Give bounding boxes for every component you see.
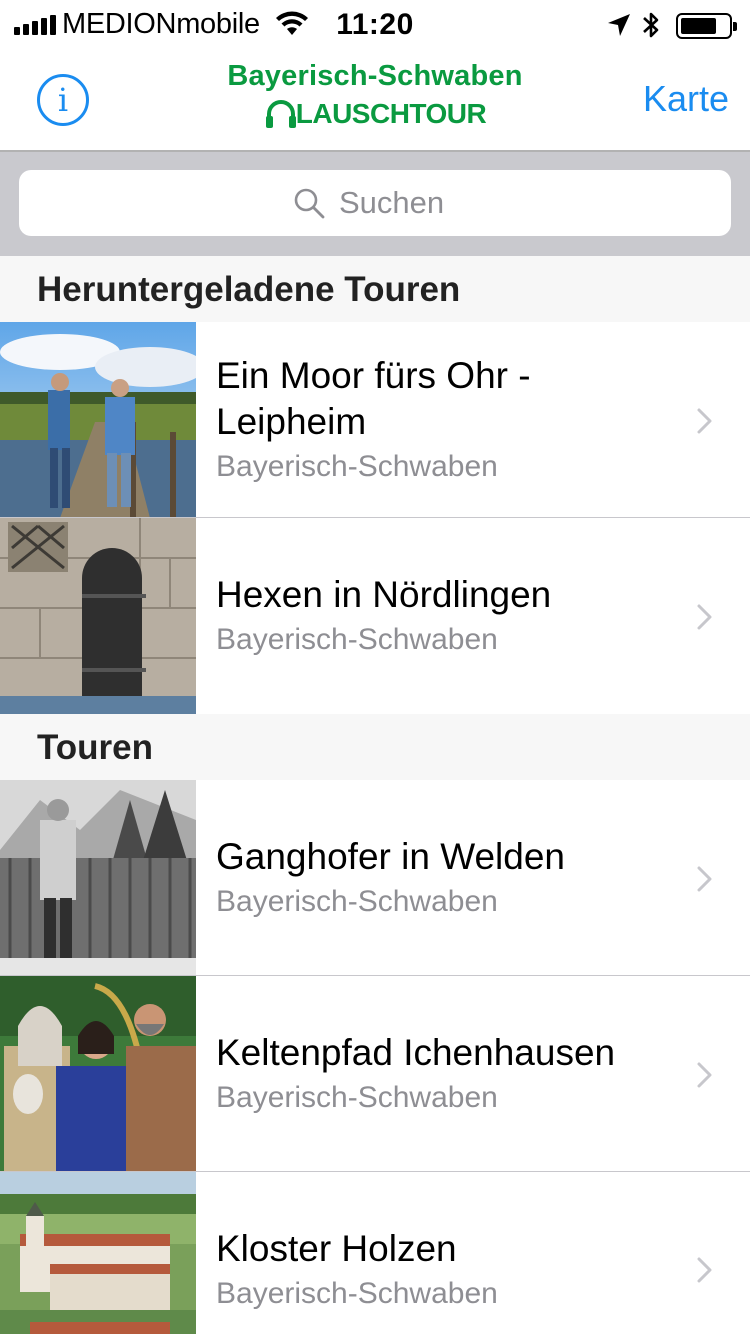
tour-row-text: Kloster Holzen Bayerisch-Schwaben — [216, 1172, 670, 1334]
navigation-bar: i Bayerisch-Schwaben LAUSCHTOUR Karte — [0, 50, 750, 152]
map-button[interactable]: Karte — [643, 78, 729, 120]
search-bar-container — [0, 152, 750, 256]
tour-row-keltenpfad[interactable]: Keltenpfad Ichenhausen Bayerisch-Schwabe… — [0, 976, 750, 1172]
tour-thumbnail — [0, 322, 196, 518]
section-title: Touren — [37, 728, 154, 767]
search-input[interactable] — [339, 185, 457, 221]
headphones-icon — [265, 100, 296, 128]
chevron-right-icon — [697, 1257, 712, 1283]
tour-title: Ein Moor fürs Ohr - Leipheim — [216, 355, 531, 442]
status-time: 11:20 — [336, 8, 414, 41]
brand-title: Bayerisch-Schwaben — [227, 60, 523, 92]
tour-row-ein-moor[interactable]: Ein Moor fürs Ohr - Leipheim Bayerisch-S… — [0, 322, 750, 518]
tour-row-text: Ganghofer in Welden Bayerisch-Schwaben — [216, 780, 670, 976]
brand-logo-text: LAUSCHTOUR — [295, 98, 487, 129]
section-title: Heruntergeladene Touren — [37, 270, 461, 309]
search-field[interactable] — [19, 170, 731, 236]
search-icon — [294, 188, 325, 219]
tour-row-ganghofer[interactable]: Ganghofer in Welden Bayerisch-Schwaben — [0, 780, 750, 976]
tour-title: Hexen in Nördlingen — [216, 574, 552, 615]
tour-thumbnail — [0, 976, 196, 1172]
tour-title: Ganghofer in Welden — [216, 836, 565, 877]
bluetooth-icon — [643, 12, 659, 38]
tour-region: Bayerisch-Schwaben — [216, 1277, 498, 1310]
lauschtour-logo: LAUSCHTOUR — [264, 97, 487, 131]
section-header-downloaded: Heruntergeladene Touren — [0, 256, 750, 322]
section-header-tours: Touren — [0, 714, 750, 780]
chevron-right-icon — [697, 1062, 712, 1088]
battery-icon — [676, 13, 737, 39]
tour-title: Keltenpfad Ichenhausen — [216, 1032, 616, 1073]
status-bar: MEDIONmobile 11:20 — [0, 0, 750, 50]
tour-region: Bayerisch-Schwaben — [216, 450, 498, 483]
chevron-right-icon — [697, 604, 712, 630]
tour-row-text: Keltenpfad Ichenhausen Bayerisch-Schwabe… — [216, 976, 670, 1172]
tour-row-kloster-holzen[interactable]: Kloster Holzen Bayerisch-Schwaben — [0, 1172, 750, 1334]
tour-thumbnail — [0, 518, 196, 714]
tour-thumbnail — [0, 1172, 196, 1334]
tour-thumbnail — [0, 780, 196, 976]
tour-row-text: Hexen in Nördlingen Bayerisch-Schwaben — [216, 518, 670, 714]
tour-title: Kloster Holzen — [216, 1228, 457, 1269]
chevron-right-icon — [697, 866, 712, 892]
brand-logo: Bayerisch-Schwaben LAUSCHTOUR — [0, 60, 750, 136]
tour-region: Bayerisch-Schwaben — [216, 885, 498, 918]
location-arrow-icon — [608, 14, 630, 36]
chevron-right-icon — [697, 408, 712, 434]
tour-region: Bayerisch-Schwaben — [216, 1081, 498, 1114]
tour-region: Bayerisch-Schwaben — [216, 623, 498, 656]
tour-row-text: Ein Moor fürs Ohr - Leipheim Bayerisch-S… — [216, 322, 670, 518]
tour-row-hexen[interactable]: Hexen in Nördlingen Bayerisch-Schwaben — [0, 518, 750, 714]
